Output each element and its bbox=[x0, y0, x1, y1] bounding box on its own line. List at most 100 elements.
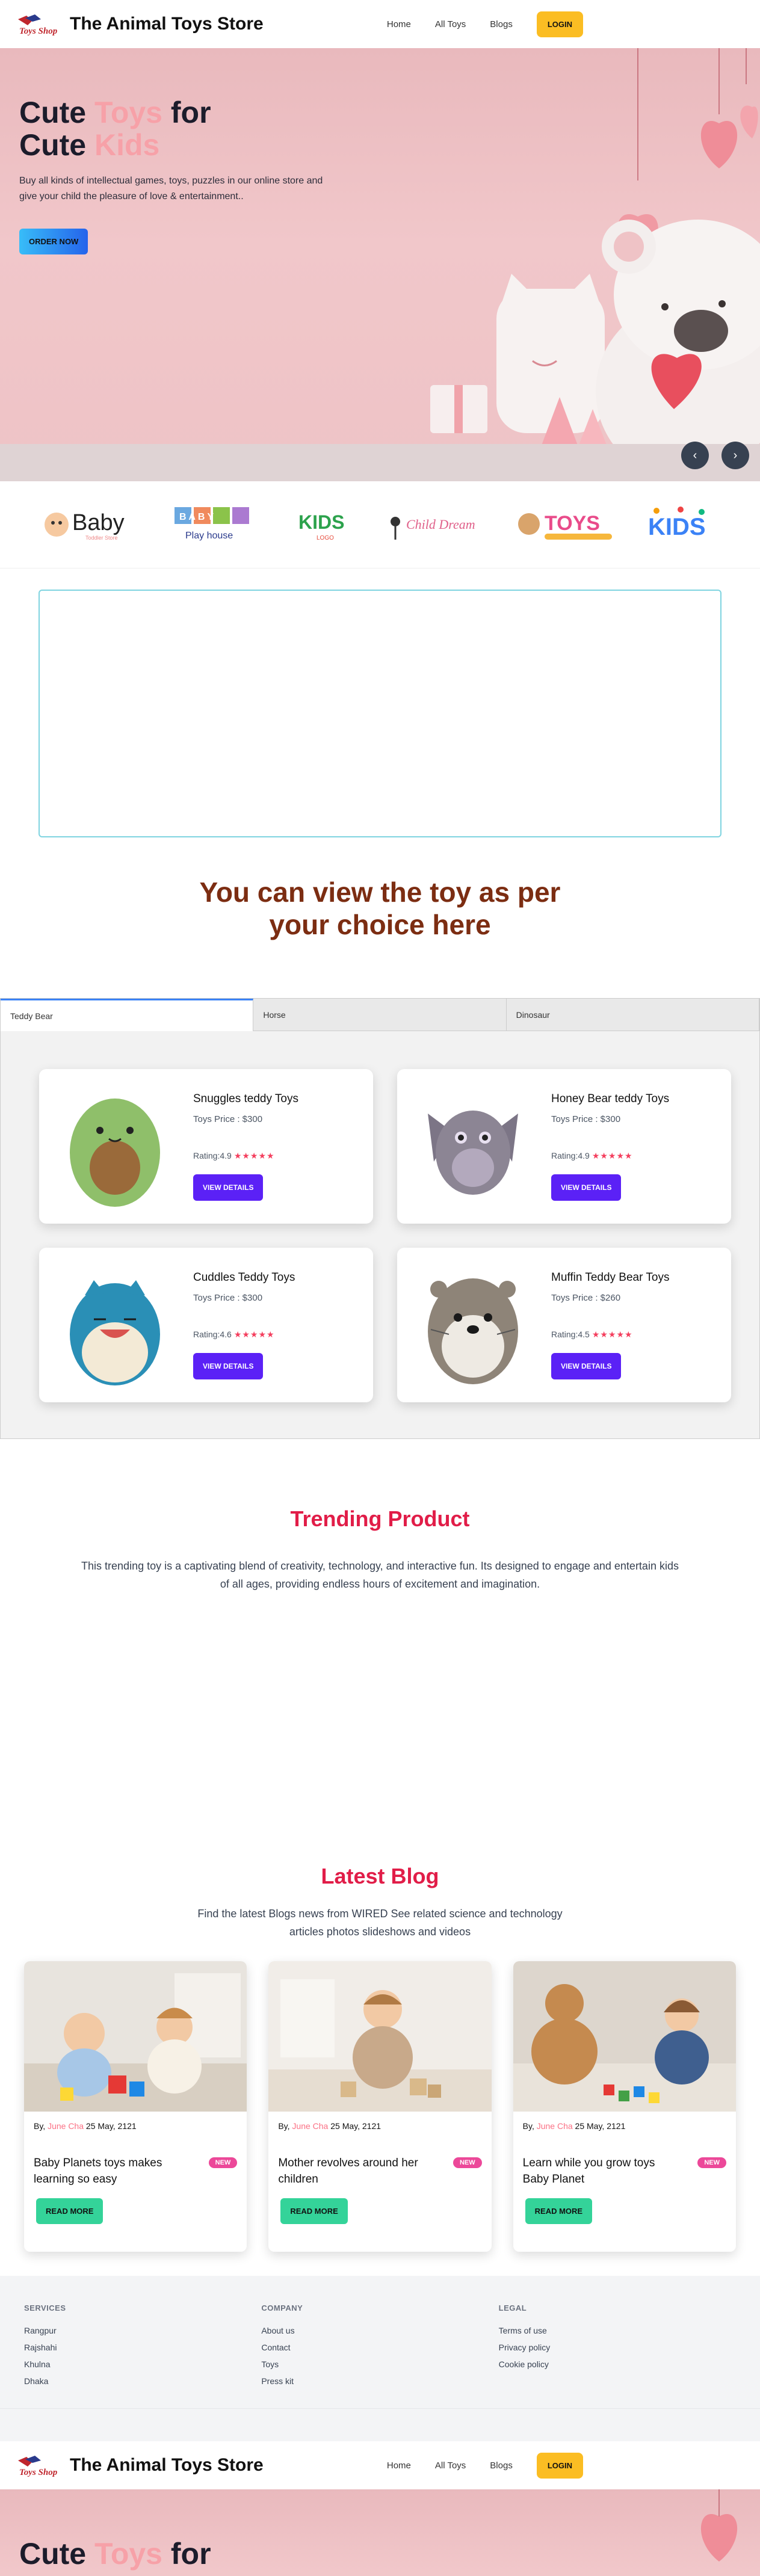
brand-logo-child-dream: Child Dream bbox=[387, 504, 489, 546]
login-button[interactable]: LOGIN bbox=[536, 2452, 583, 2479]
top-navbar: Toys Shop The Animal Toys Store Home All… bbox=[0, 0, 760, 48]
view-details-button[interactable]: VIEW DETAILS bbox=[193, 1352, 264, 1379]
view-details-button[interactable]: VIEW DETAILS bbox=[551, 1352, 622, 1379]
chevron-right-icon: › bbox=[733, 448, 738, 462]
toy-gallery-frame[interactable] bbox=[39, 590, 721, 837]
blog-author[interactable]: June Cha bbox=[48, 2121, 84, 2131]
product-name: Cuddles Teddy Toys bbox=[193, 1271, 295, 1284]
svg-text:Toddler Store: Toddler Store bbox=[85, 535, 118, 541]
blog-meta: By, June Cha 25 May, 2121 bbox=[34, 2121, 137, 2131]
footer-link[interactable]: Toys bbox=[261, 2359, 498, 2369]
product-grid: Snuggles teddy Toys Toys Price : $300 Ra… bbox=[1, 1031, 759, 1438]
svg-text:Child Dream: Child Dream bbox=[406, 517, 475, 532]
tab-horse[interactable]: Horse bbox=[253, 999, 507, 1031]
product-rating: Rating:4.9 ★★★★★ bbox=[193, 1150, 275, 1160]
product-rating: Rating:4.5 ★★★★★ bbox=[551, 1329, 633, 1339]
trending-section-title: Trending Product bbox=[290, 1506, 470, 1531]
blog-card: By, June Cha 25 May, 2121 Baby Planets t… bbox=[24, 1961, 247, 2252]
svg-text:Baby: Baby bbox=[72, 510, 125, 535]
star-rating-icon: ★★★★★ bbox=[233, 1329, 275, 1339]
hero-title: Cute Toys for Cute Kids bbox=[19, 96, 211, 162]
star-rating-icon: ★★★★★ bbox=[592, 1329, 633, 1339]
product-price: Toys Price : $300 bbox=[551, 1114, 621, 1124]
blog-author[interactable]: June Cha bbox=[292, 2121, 328, 2131]
product-name: Snuggles teddy Toys bbox=[193, 1092, 298, 1105]
svg-text:TOYS: TOYS bbox=[545, 512, 600, 535]
svg-text:KIDS: KIDS bbox=[298, 511, 344, 533]
view-details-button[interactable]: VIEW DETAILS bbox=[551, 1174, 622, 1201]
footer-link[interactable]: Rangpur bbox=[24, 2326, 261, 2335]
footer-link[interactable]: Press kit bbox=[261, 2376, 498, 2386]
store-logo[interactable]: Toys Shop bbox=[14, 11, 58, 37]
product-image-honey-bear bbox=[413, 1080, 533, 1213]
tab-dinosaur[interactable]: Dinosaur bbox=[506, 999, 759, 1031]
product-card: Muffin Teddy Bear Toys Toys Price : $260… bbox=[397, 1248, 731, 1402]
blog-title[interactable]: Mother revolves around her children bbox=[278, 2155, 434, 2187]
footer-link[interactable]: Privacy policy bbox=[499, 2343, 736, 2352]
footer-company: COMPANY About us Contact Toys Press kit bbox=[261, 2303, 498, 2408]
blog-meta: By, June Cha 25 May, 2121 bbox=[522, 2121, 626, 2131]
login-button[interactable]: LOGIN bbox=[536, 11, 583, 37]
brand-logo-baby: Baby Toddler Store bbox=[43, 504, 146, 546]
trending-description: This trending toy is a captivating blend… bbox=[81, 1560, 679, 1590]
logo-text: Toys Shop bbox=[19, 26, 58, 36]
blog-card: By, June Cha 25 May, 2121 Mother revolve… bbox=[268, 1961, 492, 2252]
product-image-snuggles bbox=[55, 1080, 175, 1213]
product-rating: Rating:4.6 ★★★★★ bbox=[193, 1329, 275, 1339]
hero-description: Buy all kinds of intellectual games, toy… bbox=[19, 176, 323, 202]
blog-title[interactable]: Learn while you grow toys Baby Planet bbox=[523, 2155, 679, 2187]
nav-link-home[interactable]: Home bbox=[387, 2460, 411, 2471]
footer-link[interactable]: Khulna bbox=[24, 2359, 261, 2369]
blog-image-kids-playing bbox=[24, 1961, 247, 2112]
svg-text:LOGO: LOGO bbox=[317, 535, 334, 541]
nav-link-blogs[interactable]: Blogs bbox=[490, 2460, 513, 2471]
site-footer: SERVICES Rangpur Rajshahi Khulna Dhaka C… bbox=[0, 2276, 760, 2408]
footer-link[interactable]: Dhaka bbox=[24, 2376, 261, 2386]
footer-heading: COMPANY bbox=[261, 2303, 303, 2313]
read-more-button[interactable]: READ MORE bbox=[525, 2198, 593, 2224]
footer-legal: LEGAL Terms of use Privacy policy Cookie… bbox=[499, 2303, 736, 2408]
carousel-next-button[interactable]: › bbox=[721, 442, 749, 469]
blog-section-title: Latest Blog bbox=[321, 1864, 439, 1888]
footer-link[interactable]: Contact bbox=[261, 2343, 498, 2352]
read-more-button[interactable]: READ MORE bbox=[280, 2198, 348, 2224]
hero-floor bbox=[0, 444, 760, 481]
brand-title: The Animal Toys Store bbox=[70, 14, 264, 34]
logo-text: Toys Shop bbox=[19, 2468, 58, 2477]
nav-link-all-toys[interactable]: All Toys bbox=[435, 19, 466, 29]
svg-text:B A B Y: B A B Y bbox=[179, 512, 214, 522]
hero-banner: Cute Toys for Cute Kids Buy all kinds of… bbox=[0, 48, 760, 481]
product-name: Muffin Teddy Bear Toys bbox=[551, 1271, 670, 1284]
nav-link-all-toys[interactable]: All Toys bbox=[435, 2460, 466, 2471]
footer-services: SERVICES Rangpur Rajshahi Khulna Dhaka bbox=[24, 2303, 261, 2408]
brand-logo-toys: TOYS bbox=[516, 504, 618, 546]
blog-title[interactable]: Baby Planets toys makes learning so easy bbox=[34, 2155, 190, 2187]
footer-link[interactable]: Cookie policy bbox=[499, 2359, 736, 2369]
nav-link-blogs[interactable]: Blogs bbox=[490, 19, 513, 29]
carousel-prev-button[interactable]: ‹ bbox=[681, 442, 709, 469]
product-rating: Rating:4.9 ★★★★★ bbox=[551, 1150, 633, 1160]
star-rating-icon: ★★★★★ bbox=[592, 1150, 633, 1160]
hero-illustration bbox=[700, 2489, 738, 2562]
product-name: Honey Bear teddy Toys bbox=[551, 1092, 670, 1105]
product-image-cuddles bbox=[55, 1259, 175, 1391]
gallery-section-title: You can view the toy as per your choice … bbox=[199, 877, 561, 940]
blog-author[interactable]: June Cha bbox=[537, 2121, 573, 2131]
brand-logo-kids-colorful: KIDS bbox=[644, 504, 717, 546]
footer-link[interactable]: About us bbox=[261, 2326, 498, 2335]
svg-text:KIDS: KIDS bbox=[648, 514, 706, 540]
view-details-button[interactable]: VIEW DETAILS bbox=[193, 1174, 264, 1201]
nav-link-home[interactable]: Home bbox=[387, 19, 411, 29]
brand-logos-strip: Baby Toddler Store B A B Y Play house KI… bbox=[0, 481, 760, 569]
read-more-button[interactable]: READ MORE bbox=[36, 2198, 103, 2224]
order-now-button[interactable]: ORDER NOW bbox=[19, 229, 88, 254]
footer-heading: LEGAL bbox=[498, 2303, 527, 2313]
footer-link[interactable]: Terms of use bbox=[499, 2326, 736, 2335]
new-badge: NEW bbox=[208, 2157, 238, 2168]
footer-link[interactable]: Rajshahi bbox=[24, 2343, 261, 2352]
blog-section-subtitle: Find the latest Blogs news from WIRED Se… bbox=[197, 1908, 563, 1938]
footer-heading: SERVICES bbox=[24, 2303, 66, 2313]
store-logo[interactable]: Toys Shop bbox=[14, 2452, 58, 2479]
top-navbar-repeat: Toys Shop The Animal Toys Store Home All… bbox=[0, 2441, 760, 2489]
tab-teddy-bear[interactable]: Teddy Bear bbox=[1, 999, 254, 1031]
